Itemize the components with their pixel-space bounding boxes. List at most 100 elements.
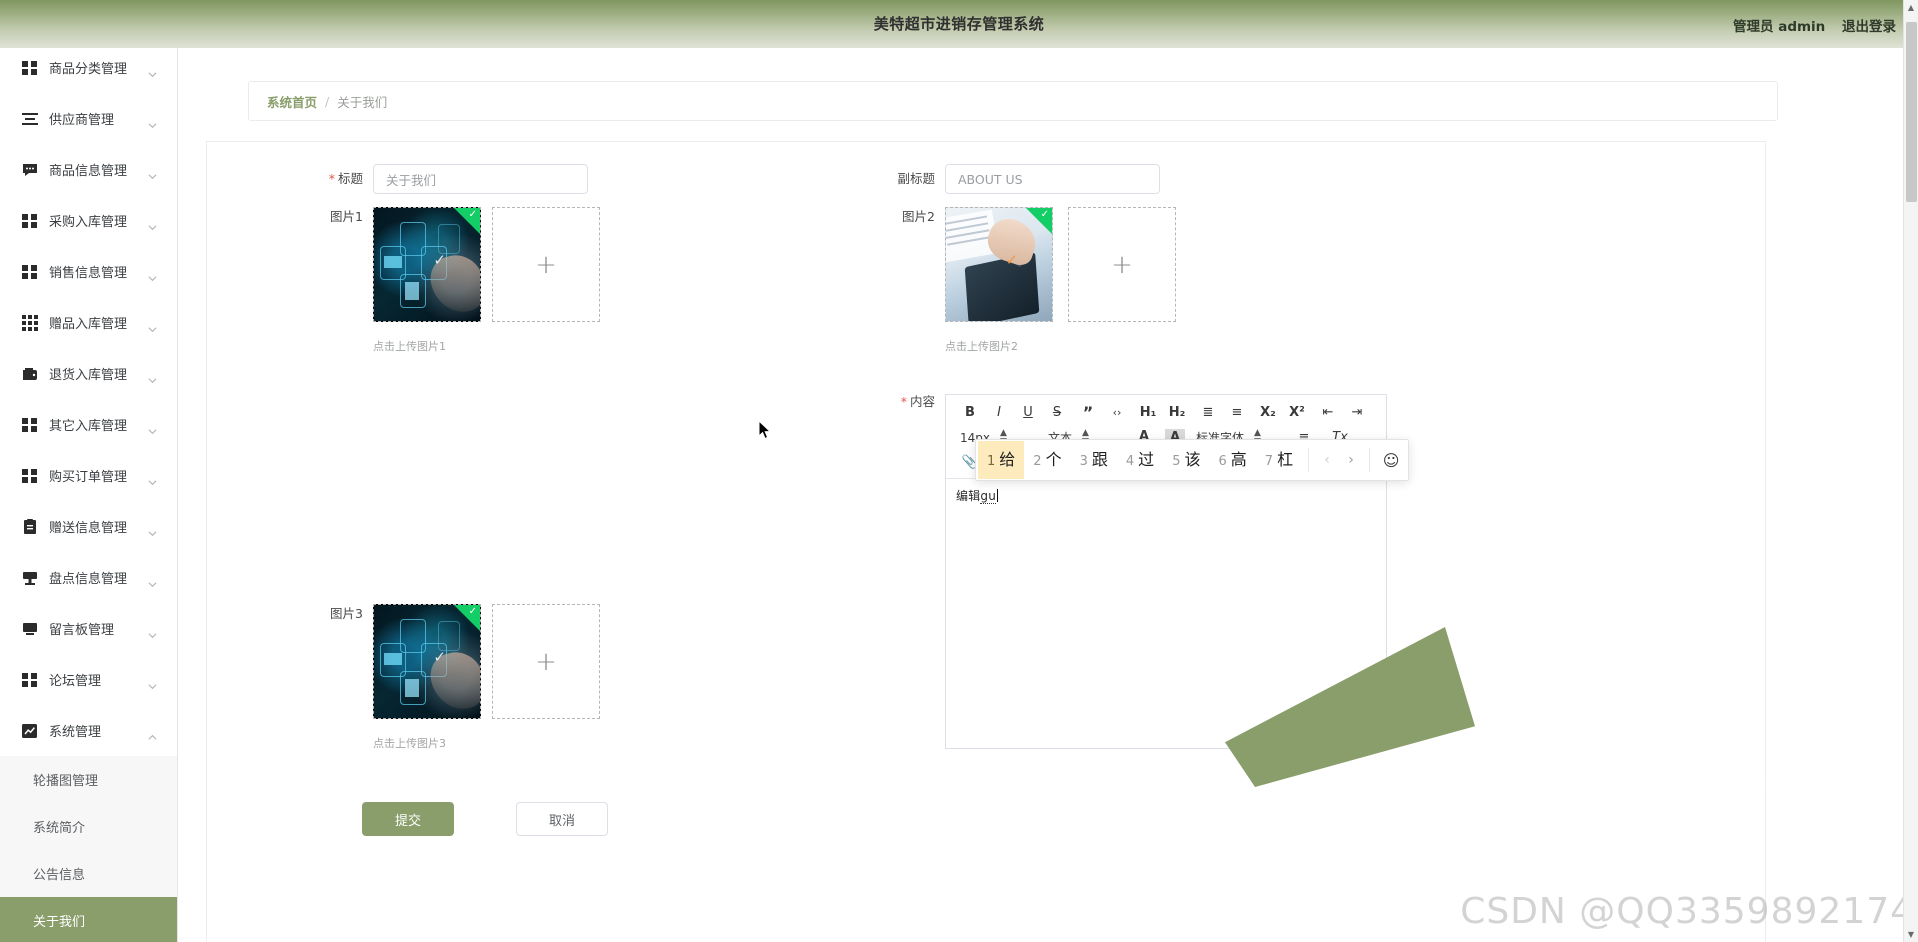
strikethrough-button[interactable]: S	[1047, 404, 1067, 422]
ime-candidate[interactable]: 5 该	[1163, 441, 1209, 479]
ime-next-page-icon[interactable]: ›	[1339, 452, 1363, 468]
bold-button[interactable]: B	[960, 404, 980, 422]
submit-button[interactable]: 提交	[362, 802, 454, 836]
sidebar-item-label: 盘点信息管理	[49, 572, 128, 587]
underline-button[interactable]: U	[1018, 404, 1038, 422]
image3-hint: 点击上传图片3	[373, 737, 446, 750]
image2-label: 图片2	[902, 209, 935, 224]
grid9-icon	[22, 314, 38, 331]
ime-candidate-index: 7	[1264, 454, 1274, 469]
chart-icon	[22, 723, 38, 739]
sidebar-subitem-system-intro[interactable]: 系统简介	[0, 803, 177, 850]
chevron-down-icon	[148, 268, 157, 281]
sidebar-item-label: 赠送信息管理	[49, 521, 128, 536]
checkmark-icon: ✓	[433, 647, 446, 666]
sidebar-item-gift-info[interactable]: 赠送信息管理	[0, 501, 177, 552]
sidebar-item-forum[interactable]: 论坛管理	[0, 654, 177, 705]
sidebar-subitem-announcement[interactable]: 公告信息	[0, 850, 177, 897]
heading-2-button[interactable]: H₂	[1167, 404, 1187, 422]
sidebar-item-other-inbound[interactable]: 其它入库管理	[0, 399, 177, 450]
image1-label: 图片1	[330, 209, 363, 224]
chevron-down-icon	[148, 574, 157, 587]
sidebar-subitem-label: 系统简介	[33, 821, 86, 836]
ime-candidate[interactable]: 1 给	[978, 441, 1025, 479]
uploaded-check-icon: ✓	[468, 606, 477, 617]
subscript-button[interactable]: X₂	[1258, 404, 1278, 422]
sidebar-item-label: 供应商管理	[49, 113, 115, 128]
title-input[interactable]	[373, 164, 588, 194]
sidebar-item-return-inbound[interactable]: 退货入库管理	[0, 348, 177, 399]
chevron-down-icon	[148, 166, 157, 179]
ime-candidate[interactable]: 4 过	[1117, 441, 1163, 479]
image1-thumbnail[interactable]: ✓ ✓	[373, 207, 481, 322]
sidebar-item-label: 赠品入库管理	[49, 317, 128, 332]
ime-candidate[interactable]: 6 高	[1209, 441, 1255, 479]
grid-icon	[22, 672, 38, 688]
breadcrumb-current: 关于我们	[337, 94, 388, 110]
indent-button[interactable]: ⇥	[1347, 404, 1367, 422]
logout-link[interactable]: 退出登录	[1842, 19, 1896, 35]
sidebar-item-label: 退货入库管理	[49, 368, 128, 383]
sidebar-item-label: 购买订单管理	[49, 470, 128, 485]
form-actions: 提交 取消	[362, 802, 608, 836]
scroll-down-arrow-icon[interactable]: ▼	[1904, 927, 1918, 942]
sidebar-item-purchase-order[interactable]: 购买订单管理	[0, 450, 177, 501]
sidebar-item-label: 商品信息管理	[49, 164, 128, 179]
ime-candidate-index: 2	[1033, 454, 1042, 469]
vertical-scrollbar[interactable]: ▲ ▼	[1903, 0, 1918, 942]
checkmark-icon: ✓	[433, 250, 446, 269]
wallet-icon	[22, 366, 38, 382]
ime-emoji-icon[interactable]: ☺	[1376, 451, 1406, 470]
sidebar-item-product-info[interactable]: 商品信息管理	[0, 144, 177, 195]
cancel-button[interactable]: 取消	[516, 802, 608, 836]
ime-prev-page-icon[interactable]: ‹	[1315, 452, 1339, 468]
sidebar-subitem-about-us[interactable]: 关于我们	[0, 897, 177, 942]
editor-text: 编辑gu	[956, 487, 999, 504]
sidebar-subitem-carousel[interactable]: 轮播图管理	[0, 756, 177, 803]
ime-candidate[interactable]: 2 个	[1024, 441, 1070, 479]
sidebar-item-purchase-inbound[interactable]: 采购入库管理	[0, 195, 177, 246]
italic-button[interactable]: I	[989, 404, 1009, 422]
image2-field-row: 图片2 ✓ ✓ + 点击上传图片2	[887, 207, 1176, 354]
image2-add-button[interactable]: +	[1068, 207, 1176, 322]
bullet-list-button[interactable]: ≡	[1227, 404, 1247, 422]
outdent-button[interactable]: ⇤	[1318, 404, 1338, 422]
code-button[interactable]: ‹›	[1107, 404, 1127, 422]
sidebar-item-supplier[interactable]: 供应商管理	[0, 93, 177, 144]
image3-add-button[interactable]: +	[492, 604, 600, 719]
required-marker: *	[900, 394, 907, 409]
sidebar-item-product-category[interactable]: 商品分类管理	[0, 48, 177, 93]
breadcrumb-home-link[interactable]: 系统首页	[267, 92, 317, 111]
chevron-down-icon	[148, 421, 157, 434]
subtitle-input[interactable]	[945, 164, 1160, 194]
chevron-down-icon	[148, 472, 157, 485]
ime-candidate-popup[interactable]: 1 给 2 个 3 跟 4 过 5 该 6 高 7 杠 ‹ › ☺	[975, 439, 1410, 481]
sidebar-nav[interactable]: 商品分类管理 供应商管理 商品信息管理 采购入库管理 销售信息管理 赠品入库管理…	[0, 48, 178, 942]
subtitle-field-row: 副标题	[887, 164, 1160, 194]
image1-add-button[interactable]: +	[492, 207, 600, 322]
heading-1-button[interactable]: H₁	[1138, 404, 1158, 422]
scrollbar-thumb[interactable]	[1906, 22, 1917, 202]
image3-thumbnail[interactable]: ✓ ✓	[373, 604, 481, 719]
chevron-down-icon	[148, 523, 157, 536]
superscript-button[interactable]: X²	[1287, 404, 1307, 422]
sidebar-item-label: 其它入库管理	[49, 419, 128, 434]
ime-candidate[interactable]: 7 杠	[1256, 441, 1302, 479]
sidebar-item-label: 论坛管理	[49, 674, 102, 689]
sidebar-item-gift-inbound[interactable]: 赠品入库管理	[0, 297, 177, 348]
sidebar-item-system-management[interactable]: 系统管理	[0, 705, 177, 756]
sidebar-subitem-label: 公告信息	[33, 868, 86, 883]
scroll-up-arrow-icon[interactable]: ▲	[1904, 0, 1918, 15]
grid-icon	[22, 213, 38, 229]
blockquote-button[interactable]: ”	[1078, 403, 1098, 422]
chevron-down-icon	[148, 115, 157, 128]
sidebar-item-message-board[interactable]: 留言板管理	[0, 603, 177, 654]
chevron-down-icon	[148, 64, 157, 77]
chevron-down-icon	[148, 319, 157, 332]
image2-thumbnail[interactable]: ✓ ✓	[945, 207, 1053, 322]
sidebar-item-stocktake-info[interactable]: 盘点信息管理	[0, 552, 177, 603]
ordered-list-button[interactable]: ≣	[1198, 404, 1218, 422]
sidebar-item-sales-info[interactable]: 销售信息管理	[0, 246, 177, 297]
ime-candidate[interactable]: 3 跟	[1071, 441, 1117, 479]
ime-candidate-index: 4	[1125, 454, 1135, 469]
